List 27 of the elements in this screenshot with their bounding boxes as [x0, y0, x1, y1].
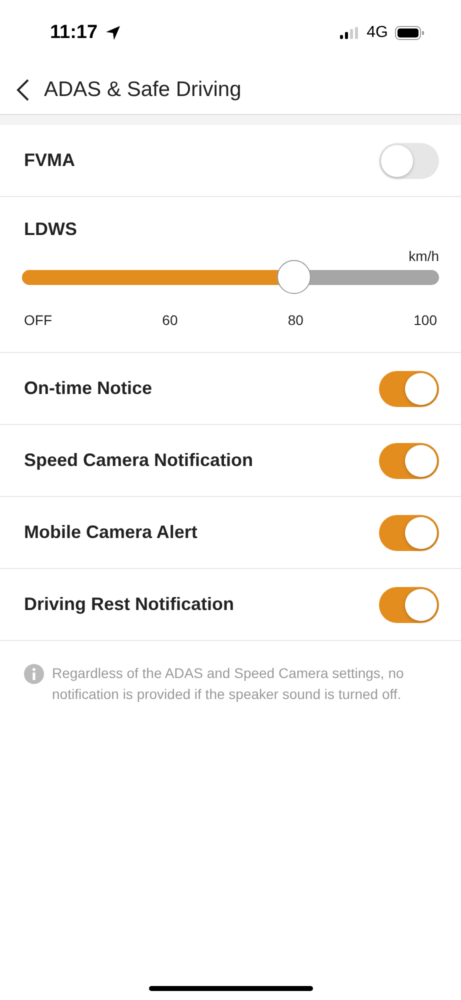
- setting-label: On-time Notice: [24, 378, 152, 399]
- slider-track[interactable]: [22, 260, 439, 294]
- info-icon: [24, 664, 44, 684]
- location-arrow-icon: [104, 25, 121, 41]
- setting-label: Mobile Camera Alert: [24, 522, 198, 543]
- setting-label: FVMA: [24, 150, 75, 171]
- tick-label: 60: [162, 312, 178, 328]
- tick-label: 100: [414, 312, 437, 328]
- page-title: ADAS & Safe Driving: [44, 78, 242, 102]
- unit-label: km/h: [408, 248, 439, 264]
- back-icon[interactable]: [16, 79, 30, 101]
- battery-icon: [395, 26, 425, 40]
- tick-label: 80: [288, 312, 304, 328]
- setting-label: LDWS: [24, 219, 78, 240]
- tick-label: OFF: [24, 312, 52, 328]
- toggle-switch[interactable]: [379, 514, 439, 550]
- info-note: Regardless of the ADAS and Speed Camera settings, no notification is provided if the speaker sound is turned off.: [52, 664, 405, 704]
- status-time: 11:17: [50, 22, 98, 44]
- toggle-switch[interactable]: [379, 370, 439, 406]
- setting-label: Driving Rest Notification: [24, 594, 234, 615]
- toggle-switch[interactable]: [379, 586, 439, 622]
- network-type: 4G: [366, 24, 388, 42]
- toggle-switch[interactable]: [379, 442, 439, 478]
- setting-label: Speed Camera Notification: [24, 450, 254, 471]
- toggle-switch[interactable]: [379, 142, 439, 178]
- slider-thumb[interactable]: [277, 260, 312, 294]
- signal-icon: [340, 27, 360, 39]
